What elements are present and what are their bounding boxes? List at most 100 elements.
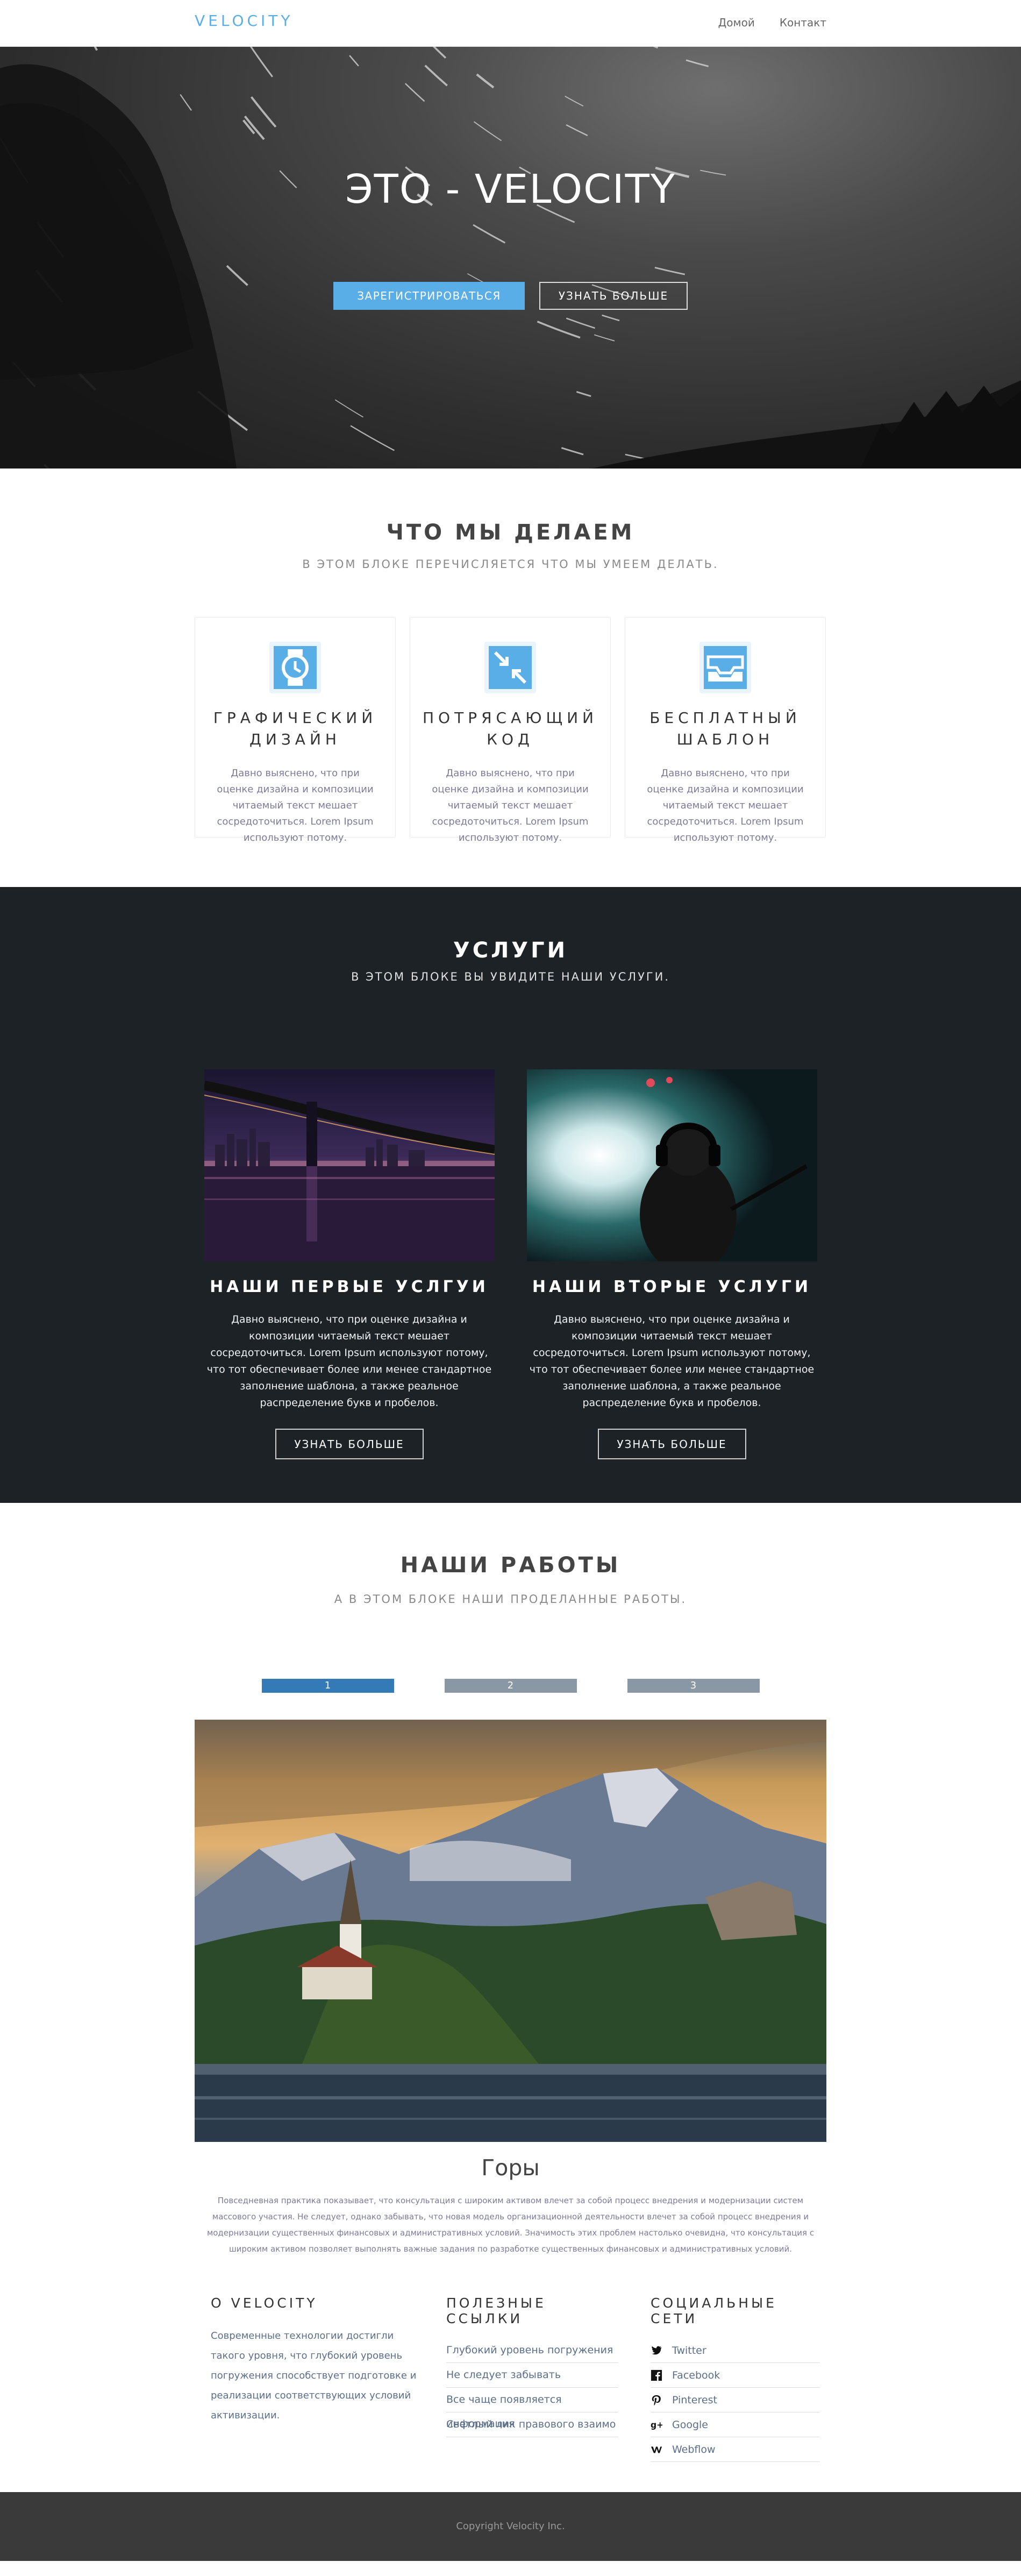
- footer-social-title: СОЦИАЛЬНЫЕ СЕТИ: [651, 2295, 777, 2326]
- section-title: УСЛУГИ: [453, 938, 568, 963]
- card-title: ГРАФИЧЕСКИЙ ДИЗАЙН: [213, 709, 377, 748]
- social-item-pinterest[interactable]: Pinterest: [651, 2388, 820, 2412]
- star-trail: [686, 59, 709, 67]
- footer-link[interactable]: Не следует забывать: [446, 2369, 561, 2381]
- what-we-do-section: ЧТО МЫ ДЕЛАЕМ В ЭТОМ БЛОКЕ ПЕРЕЧИСЛЯЕТСЯ…: [0, 469, 1021, 887]
- star-trail: [473, 121, 502, 141]
- section-title: НАШИ РАБОТЫ: [400, 1553, 621, 1578]
- star-trail: [349, 55, 359, 67]
- footer-about: О VELOCITY Современные технологии достиг…: [211, 2295, 426, 2425]
- social-link[interactable]: Pinterest: [672, 2394, 717, 2406]
- star-trail: [350, 425, 395, 451]
- service-text: Давно выяснено, что при оценке дизайна и…: [206, 1314, 492, 1409]
- social-link[interactable]: Webflow: [672, 2444, 716, 2456]
- service-learn-more-button[interactable]: УЗНАТЬ БОЛЬШЕ: [597, 1429, 746, 1459]
- card-title: БЕСПЛАТНЫЙ ШАБЛОН: [649, 709, 801, 748]
- slider-tab-1[interactable]: 1: [261, 1679, 394, 1693]
- learn-more-button[interactable]: УЗНАТЬ БОЛЬШЕ: [539, 282, 688, 310]
- service-item-first: НАШИ ПЕРВЫЕ УСЛГУИ Давно выяснено, что п…: [204, 1069, 495, 1459]
- star-trail: [249, 47, 274, 77]
- star-trail: [561, 447, 584, 456]
- star-trail: [566, 124, 588, 137]
- star-trail: [244, 115, 265, 140]
- section-title: ЧТО МЫ ДЕЛАЕМ: [386, 520, 635, 545]
- star-trail: [594, 334, 615, 342]
- facebook-icon: [651, 2369, 662, 2381]
- feature-card-code: ПОТРЯСАЮЩИЙ КОД Давно выяснено, что при …: [410, 617, 611, 843]
- nav-link-contact[interactable]: Контакт: [780, 16, 826, 29]
- star-trail: [180, 94, 192, 111]
- hero-section: ЭТО - VELOCITY ЗАРЕГИСТРИРОВАТЬСЯ УЗНАТЬ…: [0, 47, 1021, 469]
- social-item-webflow[interactable]: Webflow: [651, 2437, 820, 2462]
- star-trail: [476, 73, 495, 89]
- star-trail: [473, 224, 506, 244]
- service-learn-more-button[interactable]: УЗНАТЬ БОЛЬШЕ: [275, 1429, 424, 1459]
- service-title: НАШИ ВТОРЫЕ УСЛУГИ: [532, 1278, 812, 1296]
- feature-cards: ГРАФИЧЕСКИЙ ДИЗАЙН Давно выяснено, что п…: [195, 617, 826, 843]
- city-bridge-image: [204, 1069, 495, 1261]
- slider-tab-3[interactable]: 3: [627, 1679, 760, 1693]
- service-item-second: НАШИ ВТОРЫЕ УСЛУГИ Давно выяснено, что п…: [526, 1069, 817, 1459]
- feature-card-design: ГРАФИЧЕСКИЙ ДИЗАЙН Давно выяснено, что п…: [195, 617, 396, 843]
- star-trails-background: [0, 47, 1021, 469]
- card-text: Давно выяснено, что при оценке дизайна и…: [217, 768, 374, 843]
- social-link[interactable]: Twitter: [672, 2345, 706, 2357]
- footer-about-title: О VELOCITY: [211, 2295, 318, 2311]
- service-title: НАШИ ПЕРВЫЕ УСЛГУИ: [210, 1278, 489, 1296]
- footer-link-item: Светлый лик правового взаимо: [446, 2412, 618, 2437]
- slider-tab-2[interactable]: 2: [444, 1679, 577, 1693]
- twitter-icon: [651, 2346, 662, 2354]
- services-section: УСЛУГИ В ЭТОМ БЛОКЕ ВЫ УВИДИТЕ НАШИ УСЛУ…: [0, 887, 1021, 1503]
- hero-buttons: ЗАРЕГИСТРИРОВАТЬСЯ УЗНАТЬ БОЛЬШЕ: [0, 282, 1021, 310]
- webflow-icon: [651, 2446, 662, 2453]
- nav-link-home[interactable]: Домой: [718, 16, 755, 29]
- star-trail: [250, 96, 277, 128]
- footer-link-item: Все чаще появляется информация: [446, 2388, 618, 2430]
- star-trail: [424, 65, 448, 87]
- star-trail: [576, 391, 591, 398]
- star-trail: [334, 399, 363, 418]
- footer: О VELOCITY Современные технологии достиг…: [0, 2295, 1021, 2492]
- social-link[interactable]: Facebook: [672, 2369, 720, 2381]
- social-link[interactable]: Google: [672, 2419, 708, 2431]
- star-trail: [653, 47, 659, 49]
- card-title: ПОТРЯСАЮЩИЙ КОД: [423, 709, 598, 748]
- footer-links: ПОЛЕЗНЫЕ ССЫЛКИ Глубокий уровень погруже…: [446, 2295, 618, 2437]
- footer-link[interactable]: Глубокий уровень погружения: [446, 2344, 613, 2356]
- inbox-icon: [699, 642, 751, 693]
- mountains-lake-image: [195, 1720, 826, 2142]
- star-trail: [537, 321, 581, 339]
- social-item-facebook[interactable]: Facebook: [651, 2363, 820, 2388]
- compress-arrows-icon: [484, 642, 536, 693]
- footer-link[interactable]: Светлый лик правового взаимо: [446, 2418, 616, 2430]
- dj-headphones-image: [526, 1069, 817, 1261]
- footer-links-title: ПОЛЕЗНЫЕ ССЫЛКИ: [446, 2295, 546, 2326]
- social-item-twitter[interactable]: Twitter: [651, 2338, 820, 2363]
- star-trail: [565, 96, 584, 107]
- services-list: НАШИ ПЕРВЫЕ УСЛГУИ Давно выяснено, что п…: [0, 1069, 1021, 1459]
- star-trail: [654, 267, 686, 275]
- social-item-google[interactable]: g+ Google: [651, 2412, 820, 2437]
- svg-text:g+: g+: [651, 2420, 662, 2430]
- works-section: НАШИ РАБОТЫ А В ЭТОМ БЛОКЕ НАШИ ПРОДЕЛАН…: [0, 1503, 1021, 2295]
- footer-link-item: Не следует забывать: [446, 2363, 618, 2388]
- slide-text: Повседневная практика показывает, что ко…: [206, 2196, 815, 2254]
- section-subtitle: В ЭТОМ БЛОКЕ ВЫ УВИДИТЕ НАШИ УСЛУГИ.: [351, 970, 670, 983]
- feature-card-template: БЕСПЛАТНЫЙ ШАБЛОН Давно выяснено, что пр…: [625, 617, 826, 843]
- hero-title: ЭТО - VELOCITY: [345, 166, 676, 212]
- star-trail: [404, 83, 425, 102]
- star-trail: [566, 317, 596, 329]
- watch-icon: [269, 642, 321, 693]
- star-trail: [432, 47, 447, 59]
- pinterest-icon: [652, 2395, 661, 2405]
- slide-title: Горы: [481, 2155, 540, 2181]
- copyright-bar: Copyright Velocity Inc.: [0, 2492, 1021, 2561]
- copyright-text: Copyright Velocity Inc.: [456, 2521, 565, 2532]
- navbar: VELOCITY Домой Контакт: [0, 0, 1021, 47]
- slider-tabs: 1 2 3: [0, 1679, 1021, 1693]
- brand-logo[interactable]: VELOCITY: [195, 12, 294, 30]
- footer-link-item: Глубокий уровень погружения: [446, 2338, 618, 2363]
- card-text: Давно выяснено, что при оценке дизайна и…: [432, 768, 589, 843]
- service-text: Давно выяснено, что при оценке дизайна и…: [529, 1314, 815, 1409]
- register-button[interactable]: ЗАРЕГИСТРИРОВАТЬСЯ: [333, 282, 525, 310]
